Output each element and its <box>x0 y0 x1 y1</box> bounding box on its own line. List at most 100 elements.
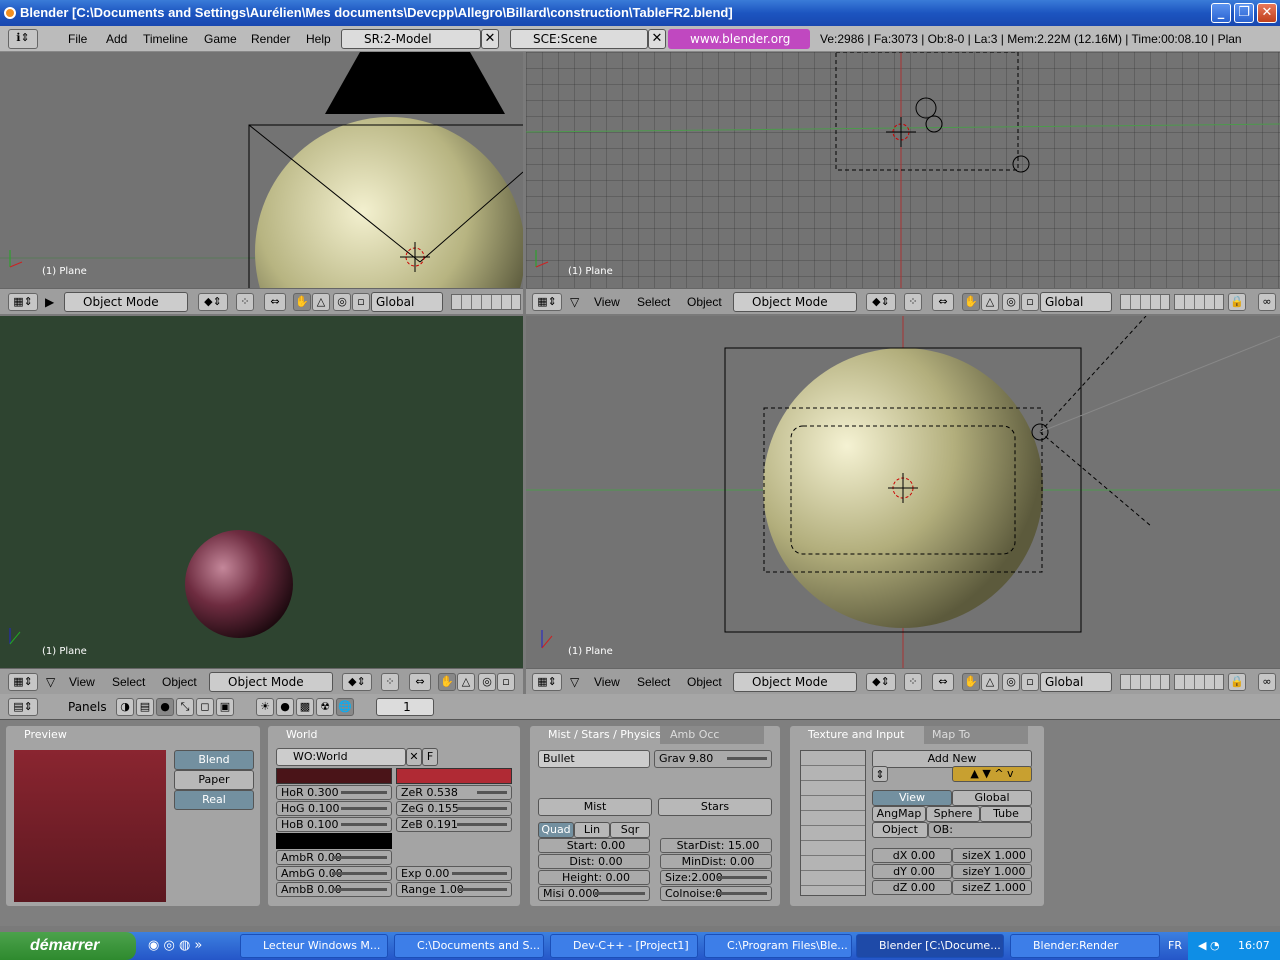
shading-button[interactable]: ◆⇕ <box>198 293 228 311</box>
orientation-selector[interactable]: Global <box>371 292 443 312</box>
manipulator-icon[interactable]: ⇔ <box>932 673 954 691</box>
range-slider[interactable]: Range 1.00 <box>396 882 512 897</box>
hog-slider[interactable]: HoG 0.100 <box>276 801 392 816</box>
pivot-icon[interactable]: ⁘ <box>904 293 922 311</box>
rotate-icon[interactable]: ◎ <box>478 673 496 691</box>
mist-start-field[interactable]: Start: 0.00 <box>538 838 650 853</box>
pivot-icon[interactable]: ⁘ <box>236 293 254 311</box>
link-icon[interactable]: ∞ <box>1258 293 1276 311</box>
menu-object[interactable]: Object <box>687 675 722 689</box>
shading-context-icon[interactable]: ● <box>156 698 174 716</box>
paper-toggle[interactable]: Paper <box>174 770 254 790</box>
global-toggle[interactable]: Global <box>952 790 1032 806</box>
translate-icon[interactable]: △ <box>457 673 475 691</box>
radiosity-icon[interactable]: ☢ <box>316 698 334 716</box>
editor-type-button[interactable]: ▦⇕ <box>8 293 38 311</box>
menu-timeline[interactable]: Timeline <box>143 32 188 46</box>
menu-object[interactable]: Object <box>687 295 722 309</box>
zeb-slider[interactable]: ZeB 0.191 <box>396 817 512 832</box>
zer-slider[interactable]: ZeR 0.538 <box>396 785 512 800</box>
menu-select[interactable]: Select <box>112 675 145 689</box>
viewport-bottom-right[interactable]: (1) Plane <box>526 316 1280 668</box>
start-button[interactable]: démarrer <box>0 932 136 960</box>
collapse-menu-icon[interactable]: ▽ <box>570 295 579 309</box>
menu-view[interactable]: View <box>594 295 620 309</box>
menu-select[interactable]: Select <box>637 295 670 309</box>
manipulator-icon[interactable]: ⇔ <box>932 293 954 311</box>
layer-buttons-1[interactable] <box>1120 674 1170 690</box>
pivot-icon[interactable]: ⁘ <box>381 673 399 691</box>
rotate-icon[interactable]: ◎ <box>1002 293 1020 311</box>
layer-buttons[interactable] <box>451 294 521 310</box>
shading-button[interactable]: ◆⇕ <box>866 673 896 691</box>
menu-help[interactable]: Help <box>306 32 331 46</box>
texture-order-buttons[interactable]: ▲ ▼ ^ v <box>952 766 1032 782</box>
mode-selector[interactable]: Object Mode <box>209 672 333 692</box>
star-size-slider[interactable]: Size:2.000 <box>660 870 772 885</box>
grav-slider[interactable]: Grav 9.80 <box>654 750 772 768</box>
maximize-button[interactable]: ❐ <box>1234 3 1254 23</box>
menu-file[interactable]: File <box>68 32 87 46</box>
physics-engine-select[interactable]: Bullet <box>538 750 650 768</box>
menu-game[interactable]: Game <box>204 32 237 46</box>
layer-buttons-2[interactable] <box>1174 294 1224 310</box>
hob-slider[interactable]: HoB 0.100 <box>276 817 392 832</box>
collapse-menu-icon[interactable]: ▽ <box>570 675 579 689</box>
minimize-button[interactable]: _ <box>1211 3 1231 23</box>
editor-type-button[interactable]: ▦⇕ <box>532 293 562 311</box>
stardist-field[interactable]: StarDist: 15.00 <box>660 838 772 853</box>
ambb-slider[interactable]: AmbB 0.00 <box>276 882 392 897</box>
angmap-toggle[interactable]: AngMap <box>872 806 926 822</box>
texture-channel-list[interactable] <box>800 750 866 896</box>
translate-icon[interactable]: △ <box>312 293 330 311</box>
task-cmd[interactable]: C:\Program Files\Ble... <box>704 934 852 958</box>
world-unlink-button[interactable]: ✕ <box>406 748 422 766</box>
link-icon[interactable]: ∞ <box>1258 673 1276 691</box>
texture-browse-button[interactable]: ⇕ <box>872 766 888 782</box>
menu-render[interactable]: Render <box>251 32 290 46</box>
real-toggle[interactable]: Real <box>174 790 254 810</box>
tube-toggle[interactable]: Tube <box>980 806 1032 822</box>
dz-field[interactable]: dZ 0.00 <box>872 880 952 895</box>
rotate-icon[interactable]: ◎ <box>333 293 351 311</box>
screen-selector[interactable]: SR:2-Model <box>341 29 481 49</box>
dx-field[interactable]: dX 0.00 <box>872 848 952 863</box>
translate-icon[interactable]: △ <box>981 293 999 311</box>
collapse-menu-icon[interactable]: ▽ <box>46 675 55 689</box>
script-context-icon[interactable]: ▤ <box>136 698 154 716</box>
task-media-player[interactable]: Lecteur Windows M... <box>240 934 388 958</box>
scale-icon[interactable]: ▫ <box>497 673 515 691</box>
misi-slider[interactable]: Misi 0.000 <box>538 886 650 901</box>
hand-icon[interactable]: ✋ <box>293 293 311 311</box>
colnoise-slider[interactable]: Colnoise:0 <box>660 886 772 901</box>
blend-toggle[interactable]: Blend <box>174 750 254 770</box>
fake-user-button[interactable]: F <box>422 748 438 766</box>
viewport-top-right[interactable]: (1) Plane <box>526 52 1280 288</box>
orientation-selector[interactable]: Global <box>1040 292 1112 312</box>
editing-context-icon[interactable]: ◻ <box>196 698 214 716</box>
hor-slider[interactable]: HoR 0.300 <box>276 785 392 800</box>
editor-type-button[interactable]: ▦⇕ <box>532 673 562 691</box>
ambg-slider[interactable]: AmbG 0.00 <box>276 866 392 881</box>
task-explorer[interactable]: C:\Documents and S... <box>394 934 544 958</box>
stars-toggle[interactable]: Stars <box>658 798 772 816</box>
quick-launch-icons[interactable]: ◉ ◎ ◍ » <box>148 938 202 953</box>
scale-icon[interactable]: ▫ <box>1021 293 1039 311</box>
hand-icon[interactable]: ✋ <box>962 673 980 691</box>
tab-amb-occ[interactable]: Amb Occ <box>660 726 764 744</box>
lin-toggle[interactable]: Lin <box>574 822 610 838</box>
tab-texture-input[interactable]: Texture and Input <box>790 726 924 744</box>
lamp-icon[interactable]: ☀ <box>256 698 274 716</box>
viewport-top-left[interactable]: (1) Plane <box>0 52 523 288</box>
menu-add[interactable]: Add <box>106 32 127 46</box>
sphere-toggle[interactable]: Sphere <box>926 806 980 822</box>
scene-context-icon[interactable]: ▣ <box>216 698 234 716</box>
tab-map-to[interactable]: Map To <box>924 726 1028 744</box>
mode-selector[interactable]: Object Mode <box>733 672 857 692</box>
mist-toggle[interactable]: Mist <box>538 798 652 816</box>
mode-selector[interactable]: Object Mode <box>64 292 188 312</box>
hand-icon[interactable]: ✋ <box>438 673 456 691</box>
sizez-field[interactable]: sizeZ 1.000 <box>952 880 1032 895</box>
pivot-icon[interactable]: ⁘ <box>904 673 922 691</box>
ob-field[interactable]: OB: <box>928 822 1032 838</box>
